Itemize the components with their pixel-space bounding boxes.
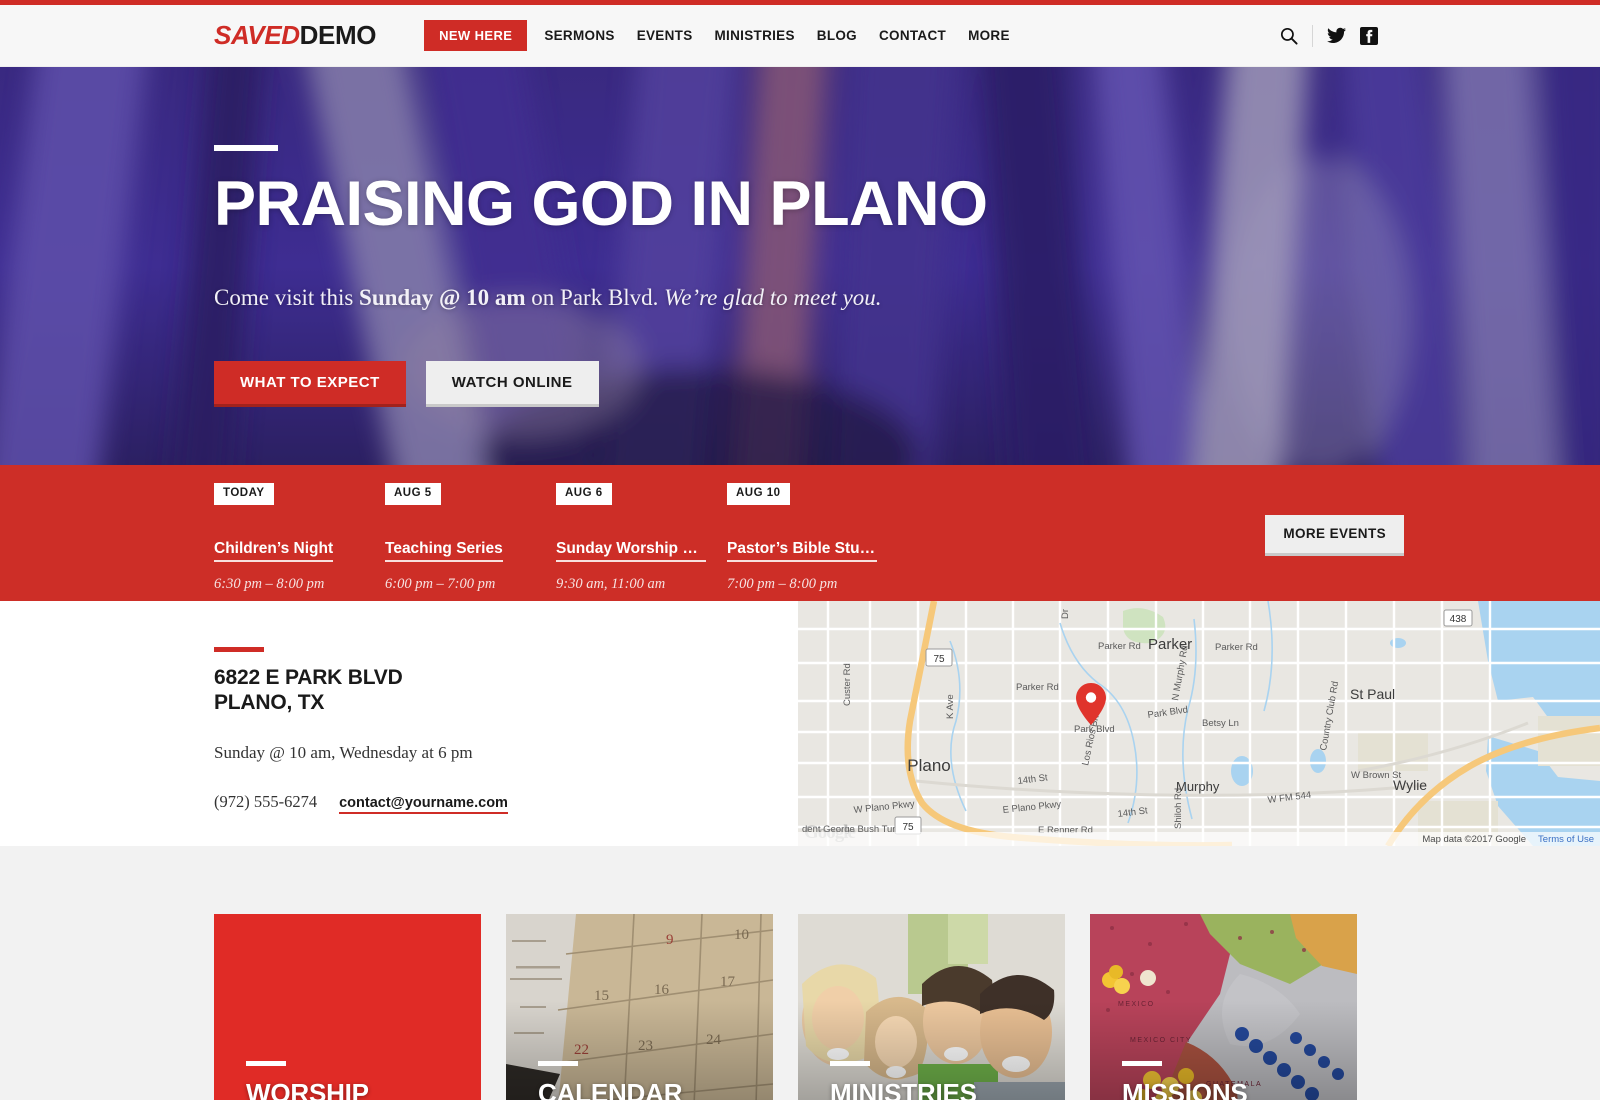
event-date-badge: AUG 6 [556,483,612,505]
hero-banner: PRAISING GOD IN PLANO Come visit this Su… [0,67,1600,465]
hero-sub-bold: Sunday @ 10 am [359,285,526,310]
church-location-pin[interactable] [1076,683,1106,725]
card-accent-dash [246,1061,286,1066]
feature-card-grid: WORSHIP 9 10 15 16 17 22 23 [0,846,1600,1100]
event-time: 9:30 am, 11:00 am [556,575,666,592]
location-info-card: 6822 E PARK BLVD PLANO, TX Sunday @ 10 a… [0,601,798,846]
card-title: WORSHIP [246,1078,369,1100]
more-events-container: MORE EVENTS [1265,515,1404,556]
card-accent-dash [1122,1061,1162,1066]
hero-sub-italic: We’re glad to meet you. [664,285,882,310]
card-footer: WORSHIP [246,1061,369,1100]
event-item[interactable]: TODAY Children’s Night 6:30 pm – 8:00 pm [214,483,385,593]
svg-text:W Brown St: W Brown St [1351,770,1402,781]
hero-sub-pre: Come visit this [214,285,360,310]
svg-text:438: 438 [1450,614,1467,625]
card-accent-dash [830,1061,870,1066]
svg-text:K Ave: K Ave [945,694,956,719]
hero-subtitle: Come visit this Sunday @ 10 am on Park B… [214,285,1600,311]
event-title-link[interactable]: Sunday Worship Ser… [556,540,706,562]
event-date-badge: AUG 5 [385,483,441,505]
watch-online-button[interactable]: WATCH ONLINE [425,361,599,407]
search-icon[interactable] [1280,27,1298,45]
more-events-button[interactable]: MORE EVENTS [1265,515,1404,556]
event-time: 6:30 pm – 8:00 pm [214,575,325,592]
map-canvas: Plano Parker Murphy St Paul Wylie Parker… [798,601,1600,846]
svg-text:Parker Rd: Parker Rd [1215,642,1258,653]
what-to-expect-button[interactable]: WHAT TO EXPECT [214,361,406,407]
feature-card-ministries[interactable]: MINISTRIES [798,914,1065,1100]
hero-content: PRAISING GOD IN PLANO Come visit this Su… [0,67,1600,407]
hero-sub-mid: on Park Blvd. [525,285,665,310]
address-line-1: 6822 E PARK BLVD [214,666,403,689]
nav-item-ministries[interactable]: MINISTRIES [715,28,795,43]
event-time: 6:00 pm – 7:00 pm [385,575,496,592]
svg-text:St Paul: St Paul [1350,686,1395,702]
event-item[interactable]: AUG 5 Teaching Series 6:00 pm – 7:00 pm [385,483,556,593]
card-footer: MINISTRIES [830,1061,977,1100]
nav-item-contact[interactable]: CONTACT [879,28,946,43]
site-header: SAVEDDEMO NEW HERE SERMONS EVENTS MINIST… [0,5,1600,67]
hero-accent-dash [214,145,278,151]
feature-card-calendar[interactable]: 9 10 15 16 17 22 23 24 CALENDAR [506,914,773,1100]
location-section: 6822 E PARK BLVD PLANO, TX Sunday @ 10 a… [0,601,1600,846]
email-link[interactable]: contact@yourname.com [339,795,508,815]
card-title: MISSIONS [1122,1078,1248,1100]
feature-card-missions[interactable]: MEXICO MEXICO CITY GUATEMALA [1090,914,1357,1100]
svg-text:Shiloh Rd: Shiloh Rd [1173,788,1184,829]
facebook-icon[interactable] [1360,26,1378,45]
service-hours: Sunday @ 10 am, Wednesday at 6 pm [214,743,473,763]
site-logo[interactable]: SAVEDDEMO [214,20,376,51]
nav-item-blog[interactable]: BLOG [817,28,857,43]
event-item[interactable]: AUG 10 Pastor’s Bible Study 7:00 pm – 8:… [727,483,898,593]
svg-text:Custer Rd: Custer Rd [842,663,853,706]
feature-card-worship[interactable]: WORSHIP [214,914,481,1100]
main-navigation: NEW HERE SERMONS EVENTS MINISTRIES BLOG … [424,20,1010,51]
map-data-credit: Map data ©2017 Google [1422,833,1527,845]
card-title: CALENDAR [538,1078,683,1100]
svg-text:Plano: Plano [907,756,950,775]
card-title: MINISTRIES [830,1078,977,1100]
nav-item-sermons[interactable]: SERMONS [544,28,614,43]
svg-text:Parker Rd: Parker Rd [1016,682,1059,693]
svg-text:Betsy Ln: Betsy Ln [1202,718,1239,729]
address-line-2: PLANO, TX [214,690,325,714]
hero-title: PRAISING GOD IN PLANO [214,169,988,239]
logo-word-saved: SAVED [214,20,300,50]
card-accent-dash [538,1061,578,1066]
info-accent-dash [214,647,264,652]
header-divider [1312,24,1313,47]
nav-item-events[interactable]: EVENTS [637,28,693,43]
svg-text:Dr: Dr [1060,609,1071,619]
map-attribution: Map data ©2017 Google Terms of Use [798,832,1600,846]
logo-word-demo: DEMO [299,20,377,50]
event-time: 7:00 pm – 8:00 pm [727,575,838,592]
church-address: 6822 E PARK BLVD PLANO, TX [214,666,798,715]
card-footer: CALENDAR [538,1061,682,1100]
header-utility-icons [1280,24,1578,47]
nav-item-new-here[interactable]: NEW HERE [424,20,528,51]
hero-button-group: WHAT TO EXPECT WATCH ONLINE [214,361,1600,407]
contact-row: (972) 555-6274 contact@yourname.com [214,792,798,815]
card-footer: MISSIONS [1122,1061,1248,1100]
event-date-badge: AUG 10 [727,483,790,505]
event-title-link[interactable]: Teaching Series [385,540,503,562]
phone-number[interactable]: (972) 555-6274 [214,792,317,812]
nav-item-more[interactable]: MORE [968,28,1010,43]
map-terms-of-use-link[interactable]: Terms of Use [1538,834,1594,845]
location-map[interactable]: Plano Parker Murphy St Paul Wylie Parker… [798,601,1600,846]
event-date-badge: TODAY [214,483,274,505]
svg-text:Parker Rd: Parker Rd [1098,641,1141,652]
svg-text:75: 75 [933,654,945,665]
event-title-link[interactable]: Pastor’s Bible Study [727,540,877,562]
twitter-icon[interactable] [1327,27,1346,44]
event-title-link[interactable]: Children’s Night [214,540,334,562]
event-item[interactable]: AUG 6 Sunday Worship Ser… 9:30 am, 11:00… [556,483,727,593]
